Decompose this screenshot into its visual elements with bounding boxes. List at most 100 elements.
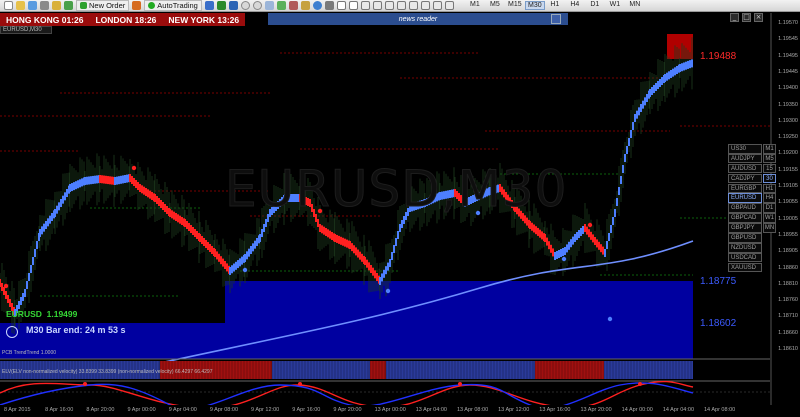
timeframe-h1[interactable]: H1 (545, 1, 565, 10)
trend-bar (237, 260, 239, 269)
trend-bar (664, 74, 666, 82)
trend-bar (640, 104, 642, 112)
close-button[interactable]: × (754, 13, 763, 22)
fibonacci-icon[interactable] (408, 1, 418, 10)
trend-bar (570, 239, 572, 248)
symbol-timeframe-d1[interactable]: D1 (763, 203, 776, 213)
vertical-line-icon[interactable] (360, 1, 370, 10)
trendline-icon[interactable] (384, 1, 394, 10)
trend-bar (114, 177, 116, 185)
zoom-in-icon[interactable] (240, 1, 250, 10)
symbol-timeframe-h4[interactable]: H4 (763, 193, 776, 204)
label-icon[interactable] (432, 1, 442, 10)
trend-bar (101, 175, 103, 184)
arrows-icon[interactable] (444, 1, 454, 10)
symbol-timeframe-30[interactable]: 30 (763, 173, 776, 184)
chart-shift-icon[interactable] (288, 1, 298, 10)
symbol-button-gbpusd[interactable]: GBPUSD (728, 233, 762, 243)
profile-icon[interactable] (28, 1, 37, 10)
trend-bar (397, 231, 399, 239)
indicators-icon[interactable] (300, 1, 310, 10)
text-icon[interactable] (420, 1, 430, 10)
zoom-out-icon[interactable] (252, 1, 262, 10)
templates-icon[interactable] (324, 1, 334, 10)
price-tick-label: 1.18955 (778, 231, 798, 238)
line-chart-icon[interactable] (228, 1, 238, 10)
symbol-button-xauusd[interactable]: XAUUSD (728, 262, 762, 273)
crosshair-icon[interactable] (348, 1, 358, 10)
symbol-timeframe-m5[interactable]: M5 (763, 153, 776, 164)
trend-bar (181, 217, 183, 225)
symbol-timeframe-m1[interactable]: M1 (763, 144, 776, 154)
news-reader-bar[interactable]: news reader (268, 13, 568, 25)
trend-bar (241, 256, 243, 265)
trend-bar (346, 239, 348, 248)
symbol-button-audjpy[interactable]: AUDJPY (728, 153, 762, 164)
timeframe-h4[interactable]: H4 (565, 1, 585, 10)
auto-trading-button[interactable]: AutoTrading (144, 0, 202, 11)
timeframe-m30[interactable]: M30 (524, 1, 545, 10)
folder-icon[interactable] (16, 1, 25, 10)
pin-icon[interactable] (551, 14, 561, 24)
symbol-button-cadjpy[interactable]: CADJPY (728, 173, 762, 184)
symbol-timeframe-mn[interactable]: MN (763, 223, 776, 233)
minimize-button[interactable]: _ (730, 13, 739, 22)
trend-bar (75, 181, 77, 190)
trend-bar (596, 239, 598, 248)
symbol-button-gbpaud[interactable]: GBPAUD (728, 203, 762, 213)
candlestick-icon[interactable] (216, 1, 226, 10)
periods-icon[interactable] (312, 1, 322, 10)
new-order-button[interactable]: New Order (76, 0, 130, 11)
metaeditor-icon[interactable] (132, 1, 142, 10)
top-level-label: 1.19488 (700, 51, 737, 62)
history-icon[interactable] (64, 1, 73, 10)
price-tick-label: 1.18660 (778, 329, 798, 336)
symbol-row: XAUUSD (728, 262, 776, 273)
symbol-button-eurusd[interactable]: EURUSD (728, 193, 762, 204)
navigator-icon[interactable] (52, 1, 61, 10)
timeframe-d1[interactable]: D1 (585, 1, 605, 10)
trend-bar (201, 236, 203, 244)
new-file-icon[interactable] (4, 1, 13, 10)
chart-title-tab[interactable]: EURUSD,M30 (0, 26, 52, 34)
horizontal-line-icon[interactable] (372, 1, 382, 10)
symbol-timeframe-15[interactable]: 15 (763, 163, 776, 174)
symbol-button-gbpjpy[interactable]: GBPJPY (728, 223, 762, 233)
bar-chart-icon[interactable] (204, 1, 214, 10)
autoscroll-icon[interactable] (276, 1, 286, 10)
trend-bar (164, 204, 166, 212)
trend-bar (141, 185, 143, 194)
timeframe-w1[interactable]: W1 (605, 1, 625, 10)
time-axis[interactable]: 8 Apr 2015 8 Apr 16:00 8 Apr 20:00 9 Apr 00… (0, 405, 770, 417)
trend-bar (92, 175, 94, 184)
symbol-button-us30[interactable]: US30 (728, 144, 762, 154)
symbol-timeframe-w1[interactable]: W1 (763, 213, 776, 223)
timeframe-mn[interactable]: MN (625, 1, 645, 10)
trend-bar (199, 234, 201, 242)
tile-icon[interactable] (264, 1, 274, 10)
timeframe-m5[interactable]: M5 (485, 1, 505, 10)
symbol-button-gbpcad[interactable]: GBPCAD (728, 213, 762, 223)
timeframe-m15[interactable]: M15 (505, 1, 525, 10)
time-tick-label: 9 Apr 00:00 (127, 407, 156, 413)
trend-bar (329, 230, 331, 239)
trend-bar (659, 79, 661, 87)
trend-bar (233, 263, 235, 272)
price-tick-label: 1.19200 (778, 150, 798, 157)
time-tick-label: 14 Apr 08:00 (704, 407, 736, 413)
supply-zone (667, 34, 693, 59)
trend-bar (374, 270, 376, 279)
maximize-button[interactable]: □ (742, 13, 751, 22)
symbol-timeframe-h1[interactable]: H1 (763, 183, 776, 194)
symbol-button-eurgbp[interactable]: EURGBP (728, 183, 762, 194)
timeframe-m1[interactable]: M1 (465, 1, 485, 10)
symbol-button-audusd[interactable]: AUDUSD (728, 163, 762, 174)
trend-bar (1, 283, 3, 291)
symbol-button-usdcad[interactable]: USDCAD (728, 252, 762, 263)
symbol-button-nzdusd[interactable]: NZDUSD (728, 242, 762, 253)
trend-bar (194, 229, 196, 237)
price-tick-label: 1.19250 (778, 134, 798, 141)
terminal-icon[interactable] (40, 1, 49, 10)
channel-icon[interactable] (396, 1, 406, 10)
cursor-icon[interactable] (336, 1, 346, 10)
